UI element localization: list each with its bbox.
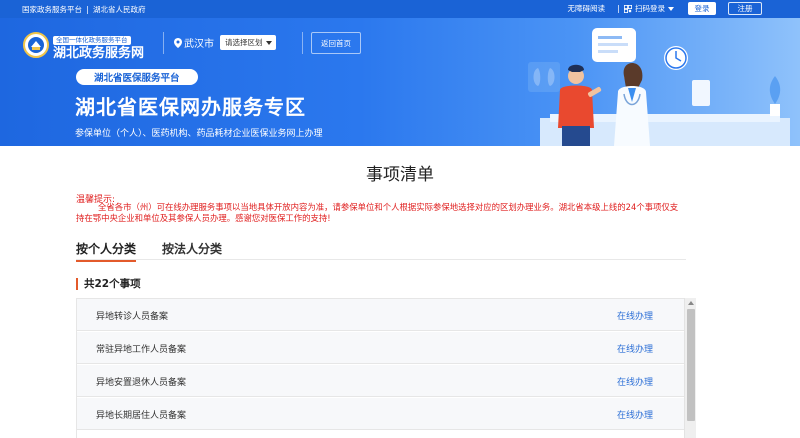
online-handle-link[interactable]: 在线办理: [617, 375, 653, 388]
list-scrollbar[interactable]: [684, 298, 696, 438]
scrollbar-thumb[interactable]: [687, 309, 695, 421]
online-handle-link[interactable]: 在线办理: [617, 408, 653, 421]
category-tabs: 按个人分类 按法人分类: [76, 238, 686, 262]
scan-login-label: 扫码登录: [635, 4, 665, 13]
link-hubei-government[interactable]: 湖北省人民政府: [93, 4, 146, 15]
divider: [163, 32, 164, 54]
doctor-patient-illustration: [528, 28, 790, 146]
item-name: 异地安置退休人员备案: [96, 378, 187, 388]
top-bar: 国家政务服务平台 湖北省人民政府 无障碍阅读 扫码登录 登录 注册: [0, 0, 800, 18]
register-button[interactable]: 注册: [728, 2, 762, 15]
page-heading: 事项清单: [366, 165, 434, 185]
logo-name: 湖北政务服务网: [53, 46, 145, 61]
current-city[interactable]: 武汉市: [184, 35, 214, 50]
link-national-platform[interactable]: 国家政务服务平台: [22, 4, 82, 15]
qr-scan-icon: [624, 4, 632, 13]
banner-subtitle: 参保单位（个人）、医药机构、药品耗材企业医保业务网上办理: [75, 129, 323, 139]
logo-tagline: 全国一体化政务服务平台: [53, 36, 131, 45]
banner: 全国一体化政务服务平台 湖北政务服务网 武汉市 请选择区划 返回首页 湖北省医保…: [0, 18, 800, 146]
city-selector: 武汉市 请选择区划: [174, 35, 276, 50]
region-select[interactable]: 请选择区划: [220, 35, 276, 50]
banner-title: 湖北省医保网办服务专区: [75, 95, 306, 119]
notice-body: 全省各市（州）可在线办理服务事项以当地具体开放内容为准，请参保单位和个人根据实际…: [76, 202, 679, 223]
back-home-button[interactable]: 返回首页: [311, 32, 361, 54]
region-select-label: 请选择区划: [225, 38, 263, 47]
chevron-down-icon: [265, 40, 272, 45]
site-logo[interactable]: 全国一体化政务服务平台 湖北政务服务网: [23, 27, 144, 62]
scroll-up-arrow-icon[interactable]: [688, 301, 694, 305]
service-item-list: 异地转诊人员备案 在线办理 常驻异地工作人员备案 在线办理 异地安置退休人员备案…: [76, 298, 686, 438]
item-count-title: 共22个事项: [76, 278, 141, 290]
list-item: 常驻异地工作人员备案 在线办理: [77, 332, 685, 364]
item-name: 常驻异地工作人员备案: [96, 345, 187, 355]
divider: [302, 32, 303, 54]
location-pin-icon: [174, 37, 182, 48]
list-item: 异地安置退休人员备案 在线办理: [77, 365, 685, 397]
online-handle-link[interactable]: 在线办理: [617, 342, 653, 355]
emblem-icon: [23, 31, 49, 58]
tab-by-legal-entity[interactable]: 按法人分类: [162, 240, 222, 257]
online-handle-link[interactable]: 在线办理: [617, 309, 653, 322]
item-name: 异地长期居住人员备案: [96, 411, 187, 421]
divider: [618, 4, 619, 13]
accessibility-link[interactable]: 无障碍阅读: [568, 3, 606, 14]
scan-login-dropdown[interactable]: 扫码登录: [624, 3, 682, 14]
tab-by-individual[interactable]: 按个人分类: [76, 240, 137, 262]
login-button[interactable]: 登录: [688, 2, 716, 15]
list-item: 异地转诊人员备案 在线办理: [77, 299, 685, 331]
divider: [87, 5, 88, 14]
chevron-down-icon: [668, 6, 674, 11]
list-item: 异地长期居住人员备案 在线办理: [77, 398, 685, 430]
item-name: 异地转诊人员备案: [96, 312, 169, 322]
platform-badge: 湖北省医保服务平台: [76, 69, 198, 85]
